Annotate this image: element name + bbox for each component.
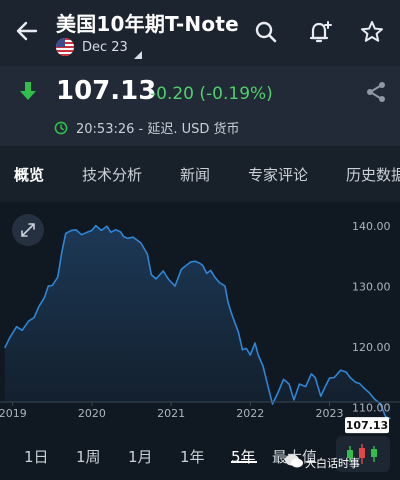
y-tick-label: 140.00 bbox=[352, 220, 391, 233]
tab-historical-data[interactable]: 历史数据 bbox=[346, 164, 400, 185]
search-icon[interactable] bbox=[252, 18, 280, 46]
add-alert-icon[interactable] bbox=[306, 18, 334, 46]
range-1y[interactable]: 1年 bbox=[180, 446, 205, 467]
price-change: -0.20 (-0.19%) bbox=[150, 84, 273, 104]
back-arrow-icon[interactable] bbox=[12, 16, 42, 46]
contract-label: Dec 23 bbox=[82, 39, 128, 55]
tab-analysis[interactable]: 专家评论 bbox=[248, 164, 308, 185]
clock-icon bbox=[54, 121, 68, 134]
last-price: 107.13 bbox=[56, 76, 157, 106]
range-1d[interactable]: 1日 bbox=[24, 446, 49, 467]
tab-overview[interactable]: 概览 bbox=[14, 164, 44, 185]
x-tick-label: 2021 bbox=[157, 407, 185, 420]
expand-icon[interactable] bbox=[12, 214, 44, 246]
range-1m[interactable]: 1月 bbox=[128, 446, 153, 467]
share-icon[interactable] bbox=[364, 80, 388, 104]
quote-time-row: 20:53:26 - 延迟. USD 货币 bbox=[54, 118, 240, 137]
quote-time-info: 20:53:26 - 延迟. USD 货币 bbox=[76, 122, 240, 137]
price-area bbox=[4, 225, 391, 419]
y-tick-label: 110.00 bbox=[352, 402, 391, 415]
star-icon[interactable] bbox=[358, 18, 386, 46]
price-chart: 110.00 120.00 130.00 140.00 2019 2020 2021 2022… bbox=[0, 220, 400, 434]
y-tick-label: 120.00 bbox=[352, 341, 391, 354]
instrument-title: 美国10年期T-Note bbox=[56, 12, 239, 36]
contract-selector[interactable]: Dec 23 bbox=[56, 38, 128, 56]
tab-technical[interactable]: 技术分析 bbox=[82, 164, 142, 185]
x-tick-label: 2022 bbox=[236, 407, 264, 420]
dropdown-caret-icon bbox=[134, 51, 142, 59]
last-value-label: 107.13 bbox=[346, 419, 388, 432]
section-tabs: 概览 技术分析 新闻 专家评论 历史数据 bbox=[0, 146, 400, 202]
wechat-logo-icon bbox=[285, 454, 303, 468]
tab-news[interactable]: 新闻 bbox=[180, 164, 210, 185]
x-tick-label: 2020 bbox=[78, 407, 106, 420]
y-tick-label: 130.00 bbox=[352, 281, 391, 294]
range-5y[interactable]: 5年 bbox=[231, 446, 256, 467]
x-tick-label: 2023 bbox=[316, 407, 344, 420]
active-range-indicator bbox=[231, 461, 257, 463]
x-tick-label: 2019 bbox=[0, 407, 27, 420]
range-1w[interactable]: 1周 bbox=[76, 446, 101, 467]
down-arrow-icon bbox=[20, 82, 36, 100]
us-flag-icon bbox=[56, 38, 74, 56]
watermark-text: 大白话时事 bbox=[305, 457, 360, 470]
